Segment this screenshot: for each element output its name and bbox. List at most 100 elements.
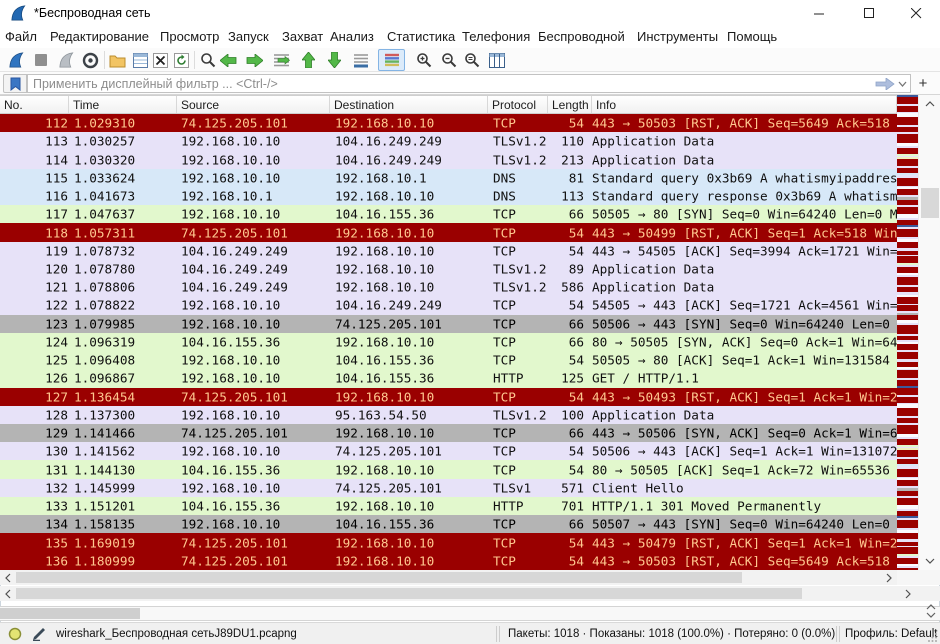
capture-comment-icon[interactable] (31, 627, 45, 641)
cell-no: 131 (0, 462, 68, 477)
packet-row[interactable]: 1341.158135192.168.10.10104.16.155.36TCP… (0, 515, 897, 533)
packet-row[interactable]: 1211.078806104.16.249.249192.168.10.10TL… (0, 278, 897, 296)
cell-no: 134 (0, 517, 68, 532)
packet-row[interactable]: 1331.151201104.16.155.36192.168.10.10HTT… (0, 497, 897, 515)
cell-info: 50507 → 443 [SYN] Seq=0 Win=64240 Len=0 … (592, 517, 897, 532)
hscroll2-right-icon[interactable] (900, 586, 915, 601)
packet-row[interactable]: 1351.16901974.125.205.101192.168.10.10TC… (0, 533, 897, 551)
packet-row[interactable]: 1191.078732104.16.249.249192.168.10.10TC… (0, 242, 897, 260)
capture-options-button[interactable] (78, 49, 102, 71)
menu-3[interactable]: Просмотр (160, 29, 219, 44)
reload-file-button[interactable] (169, 49, 193, 71)
menu-8[interactable]: Телефония (462, 29, 530, 44)
cell-proto: HTTP (493, 499, 524, 514)
packet-row[interactable]: 1251.096408192.168.10.10104.16.155.36TCP… (0, 351, 897, 369)
packet-row[interactable]: 1281.137300192.168.10.1095.163.54.50TLSv… (0, 406, 897, 424)
column-header-length[interactable]: Length (548, 96, 592, 113)
vertical-scrollbar[interactable] (918, 95, 940, 570)
packet-row[interactable]: 1301.141562192.168.10.1074.125.205.101TC… (0, 442, 897, 460)
hscroll-left-icon[interactable] (0, 570, 15, 585)
spin-up-icon[interactable] (926, 604, 936, 610)
menu-11[interactable]: Помощь (727, 29, 777, 44)
menu-4[interactable]: Запуск (228, 29, 269, 44)
maximize-button[interactable] (846, 0, 891, 26)
packet-row[interactable]: 1171.047637192.168.10.10104.16.155.36TCP… (0, 205, 897, 223)
go-bottom-button[interactable] (322, 49, 346, 71)
status-profile[interactable]: Профиль: Default (845, 628, 937, 640)
packet-minimap[interactable] (897, 95, 918, 570)
menu-9[interactable]: Беспроводной (538, 29, 625, 44)
colorize-packets-button[interactable] (378, 49, 405, 71)
column-header-protocol[interactable]: Protocol (488, 96, 548, 113)
packet-row[interactable]: 1271.13645474.125.205.101192.168.10.10TC… (0, 388, 897, 406)
packet-row[interactable]: 1221.078822192.168.10.10104.16.249.249TC… (0, 296, 897, 314)
zoom-out-button[interactable] (437, 49, 461, 71)
minimap-stripe (897, 520, 918, 528)
packet-row[interactable]: 1151.033624192.168.10.10192.168.10.1DNS8… (0, 169, 897, 187)
cell-proto: TCP (493, 298, 516, 313)
apply-filter-icon[interactable] (875, 78, 895, 90)
menu-1[interactable]: Файл (5, 29, 37, 44)
menu-6[interactable]: Анализ (330, 29, 374, 44)
resize-grip[interactable] (928, 632, 938, 642)
packet-row[interactable]: 1161.041673192.168.10.1192.168.10.10DNS1… (0, 187, 897, 205)
start-capture-button[interactable] (4, 49, 28, 71)
column-header-source[interactable]: Source (177, 96, 330, 113)
packet-row[interactable]: 1261.096867192.168.10.10104.16.155.36HTT… (0, 369, 897, 387)
packet-row[interactable]: 1231.079985192.168.10.1074.125.205.101TC… (0, 315, 897, 333)
column-header-time[interactable]: Time (69, 96, 177, 113)
filter-bookmark-button[interactable] (3, 74, 27, 93)
packet-row[interactable]: 1131.030257192.168.10.10104.16.249.249TL… (0, 132, 897, 150)
packet-row[interactable]: 1311.144130104.16.155.36192.168.10.10TCP… (0, 460, 897, 478)
zoom-in-button[interactable] (412, 49, 436, 71)
cell-dst: 192.168.10.10 (335, 462, 434, 477)
pane-hscrollbar-thumb[interactable] (16, 588, 802, 599)
hscroll2-left-icon[interactable] (0, 586, 15, 601)
auto-scroll-button[interactable] (349, 49, 373, 71)
column-header-info[interactable]: Info (592, 96, 897, 113)
restart-capture-button[interactable] (54, 49, 78, 71)
hscroll-right-icon[interactable] (881, 570, 896, 585)
expert-info-icon[interactable] (8, 627, 22, 641)
packet-row[interactable]: 1181.05731174.125.205.101192.168.10.10TC… (0, 223, 897, 241)
resize-columns-button[interactable] (485, 49, 509, 71)
zoom-original-button[interactable] (460, 49, 484, 71)
cell-len: 54 (540, 298, 584, 313)
packet-list-hscrollbar[interactable] (0, 570, 897, 585)
add-filter-button[interactable]: + (914, 74, 932, 93)
filter-dropdown-icon[interactable] (898, 81, 908, 87)
column-header-no[interactable]: No. (0, 96, 69, 113)
go-back-button[interactable] (216, 49, 240, 71)
open-file-button[interactable] (105, 49, 129, 71)
column-header-destination[interactable]: Destination (330, 96, 488, 113)
menu-10[interactable]: Инструменты (637, 29, 718, 44)
go-to-packet-button[interactable] (269, 49, 293, 71)
go-top-button[interactable] (296, 49, 320, 71)
spin-down-icon[interactable] (926, 612, 936, 618)
packet-list-hscrollbar-thumb[interactable] (16, 572, 742, 583)
vertical-scrollbar-thumb[interactable] (921, 188, 939, 218)
cell-no: 133 (0, 499, 68, 514)
bottom-scrollbar[interactable] (0, 606, 940, 621)
display-filter-input[interactable]: Применить дисплейный фильтр ... <Ctrl-/> (27, 74, 911, 93)
packet-row[interactable]: 1321.145999192.168.10.1074.125.205.101TL… (0, 479, 897, 497)
packet-row[interactable]: 1201.078780104.16.249.249192.168.10.10TL… (0, 260, 897, 278)
go-forward-button[interactable] (242, 49, 266, 71)
spin-arrows[interactable] (926, 604, 940, 622)
packet-row[interactable]: 1361.18099974.125.205.101192.168.10.10TC… (0, 552, 897, 570)
packet-row[interactable]: 1141.030320192.168.10.10104.16.249.249TL… (0, 150, 897, 168)
scroll-up-icon[interactable] (925, 101, 935, 107)
packet-row[interactable]: 1241.096319104.16.155.36192.168.10.10TCP… (0, 333, 897, 351)
close-button[interactable] (894, 0, 939, 26)
stop-capture-button[interactable] (29, 49, 53, 71)
packet-row[interactable]: 1121.02931074.125.205.101192.168.10.10TC… (0, 114, 897, 132)
cell-no: 136 (0, 553, 68, 568)
menu-7[interactable]: Статистика (387, 29, 455, 44)
pane-hscrollbar[interactable] (0, 586, 940, 601)
scroll-down-icon[interactable] (925, 558, 935, 564)
minimize-button[interactable] (797, 0, 842, 26)
menu-5[interactable]: Захват (282, 29, 323, 44)
packet-row[interactable]: 1291.14146674.125.205.101192.168.10.10TC… (0, 424, 897, 442)
bottom-scrollbar-thumb[interactable] (0, 608, 140, 619)
menu-2[interactable]: Редактирование (50, 29, 149, 44)
